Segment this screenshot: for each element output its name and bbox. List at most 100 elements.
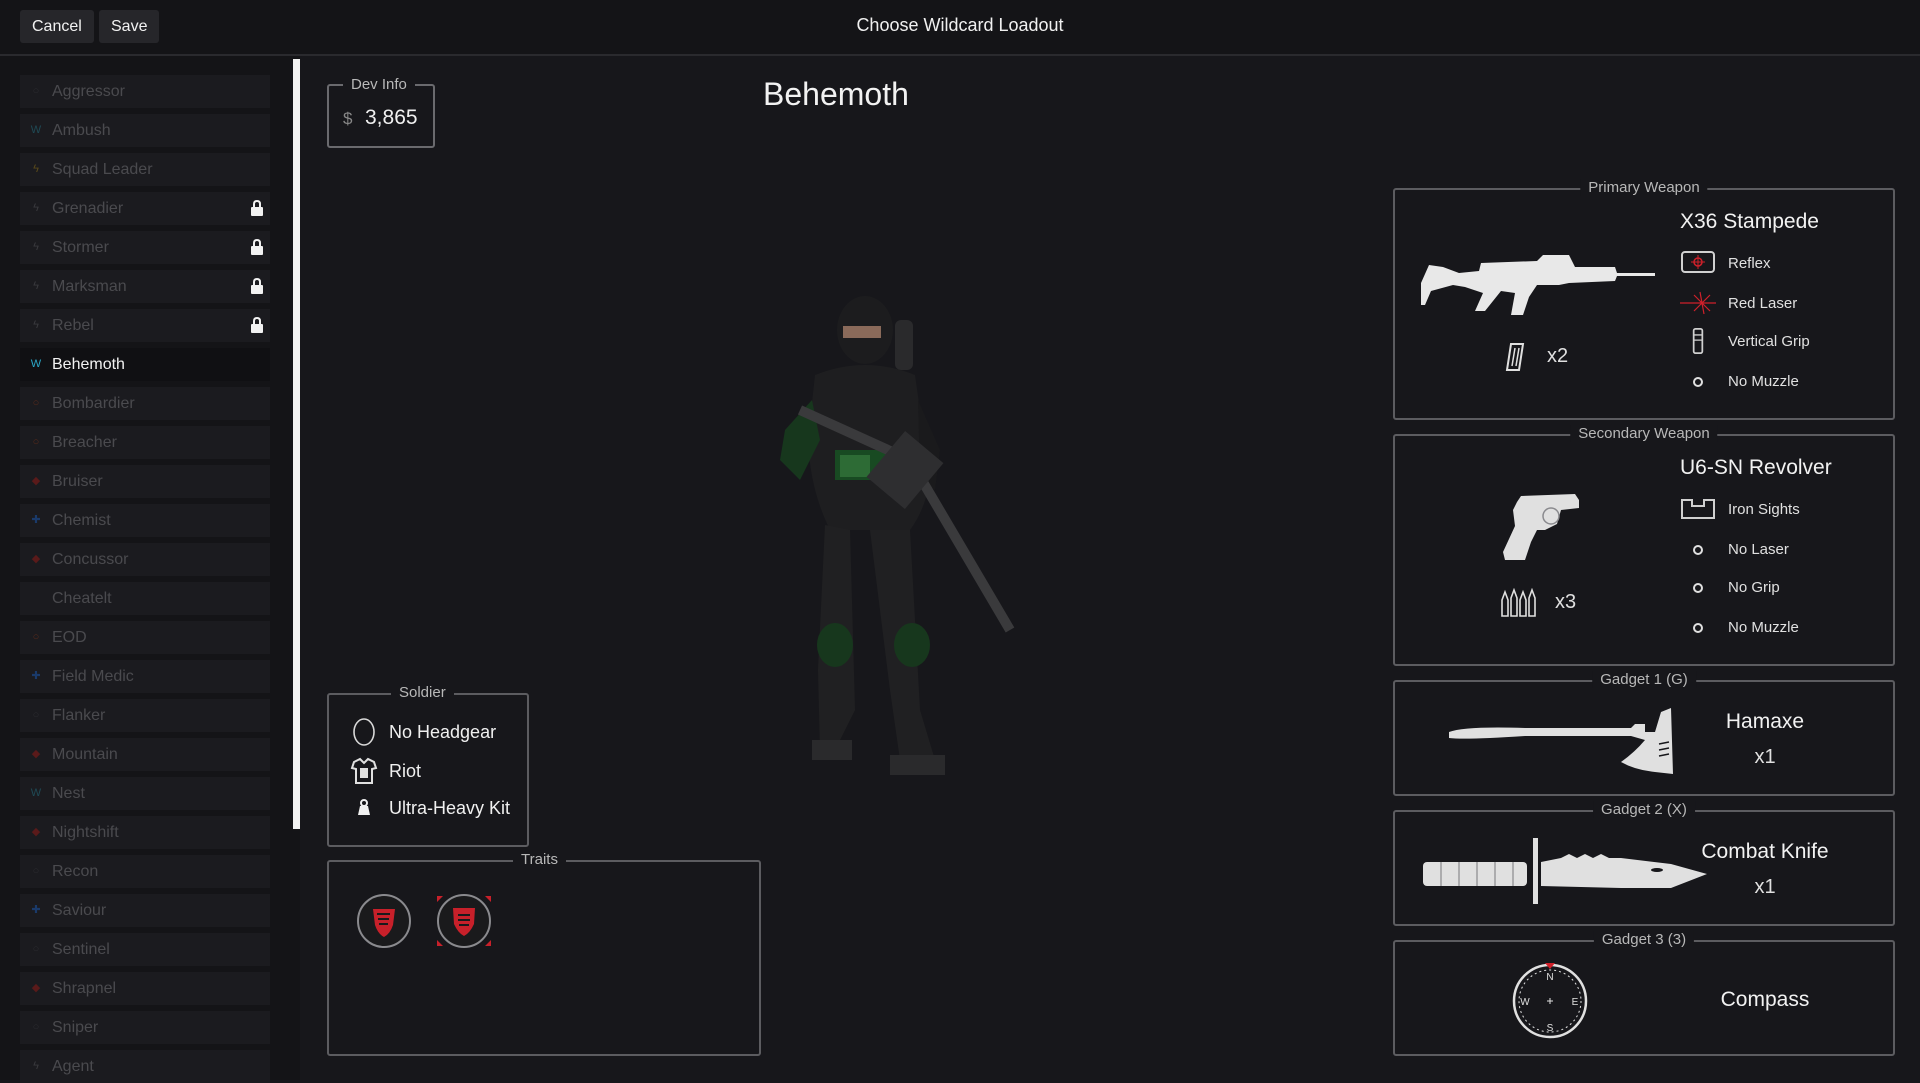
ring-icon: ○ bbox=[32, 631, 40, 643]
ring-icon: ○ bbox=[32, 436, 40, 448]
hamaxe-icon bbox=[1449, 708, 1673, 774]
sidebar-item-label: Agent bbox=[52, 1058, 94, 1075]
revolver-icon bbox=[1503, 494, 1579, 560]
traits-legend: Traits bbox=[513, 851, 566, 868]
sidebar-item-field-medic[interactable]: ✚ Field Medic bbox=[20, 660, 270, 693]
sidebar-item-label: Cheatelt bbox=[52, 590, 112, 607]
sidebar-item-marksman[interactable]: ϟ Marksman bbox=[20, 270, 270, 303]
bolt-icon: ϟ bbox=[33, 319, 39, 331]
sidebar-item-squad-leader[interactable]: ϟ Squad Leader bbox=[20, 153, 270, 186]
iron-sights-icon bbox=[1681, 499, 1715, 519]
top-bar: Cancel Save Choose Wildcard Loadout bbox=[0, 0, 1920, 56]
gadget-1-count: x1 bbox=[1754, 746, 1776, 768]
loadout-name: Behemoth bbox=[763, 76, 909, 112]
sidebar-item-behemoth[interactable]: W Behemoth bbox=[20, 348, 270, 381]
sidebar-item-recon[interactable]: ○ Recon bbox=[20, 855, 270, 888]
ring-icon: ○ bbox=[32, 865, 40, 877]
empty-slot-icon bbox=[1693, 545, 1703, 555]
ring-icon: ○ bbox=[32, 85, 40, 97]
sidebar-item-grenadier[interactable]: ϟ Grenadier bbox=[20, 192, 270, 225]
shield-icon: ◆ bbox=[31, 982, 41, 994]
gadget-2-panel[interactable]: Gadget 2 (X) Combat Knife x1 bbox=[1393, 801, 1895, 926]
sidebar-item-sniper[interactable]: ○ Sniper bbox=[20, 1011, 270, 1044]
bolt-icon: ϟ bbox=[33, 1060, 39, 1072]
headgear-label: No Headgear bbox=[389, 722, 497, 742]
svg-text:W: W bbox=[1520, 997, 1530, 1008]
trait-armored-shield-icon[interactable] bbox=[433, 890, 495, 952]
sidebar-item-label: Concussor bbox=[52, 551, 129, 568]
sidebar-item-bombardier[interactable]: ○ Bombardier bbox=[20, 387, 270, 420]
svg-text:N: N bbox=[1546, 972, 1553, 983]
sidebar-item-mountain[interactable]: ◆ Mountain bbox=[20, 738, 270, 771]
sidebar-item-aggressor[interactable]: ○ Aggressor bbox=[20, 75, 270, 108]
sidebar-item-stormer[interactable]: ϟ Stormer bbox=[20, 231, 270, 264]
magazine-icon bbox=[1505, 343, 1525, 371]
gadget-1-name: Hamaxe bbox=[1725, 710, 1805, 733]
shield-icon: ◆ bbox=[31, 748, 41, 760]
blank-icon bbox=[30, 592, 42, 604]
gadget-1-panel[interactable]: Gadget 1 (G) Hamaxe x1 bbox=[1393, 671, 1895, 796]
vertical-grip-icon bbox=[1692, 328, 1704, 354]
gadget-1-legend: Gadget 1 (G) bbox=[1592, 671, 1696, 688]
sidebar-item-breacher[interactable]: ○ Breacher bbox=[20, 426, 270, 459]
sidebar-item-cheatelt[interactable]: Cheatelt bbox=[20, 582, 270, 615]
cross-icon: ✚ bbox=[31, 514, 41, 526]
secondary-laser-label: No Laser bbox=[1728, 541, 1789, 558]
primary-mag-count: x2 bbox=[1547, 345, 1569, 367]
sidebar-item-label: Mountain bbox=[52, 746, 118, 763]
sidebar-item-chemist[interactable]: ✚ Chemist bbox=[20, 504, 270, 537]
sidebar-item-agent[interactable]: ϟ Agent bbox=[20, 1050, 270, 1083]
scrollbar[interactable] bbox=[293, 59, 300, 829]
sidebar-item-label: Rebel bbox=[52, 317, 94, 334]
primary-weapon-name: X36 Stampede bbox=[1680, 210, 1819, 233]
lock-icon bbox=[251, 199, 263, 216]
sidebar-item-sentinel[interactable]: ○ Sentinel bbox=[20, 933, 270, 966]
compass-icon: N S E W bbox=[1512, 963, 1588, 1039]
bolt-icon: ϟ bbox=[33, 280, 39, 292]
sidebar-item-saviour[interactable]: ✚ Saviour bbox=[20, 894, 270, 927]
primary-laser-label: Red Laser bbox=[1728, 295, 1798, 312]
sidebar-item-bruiser[interactable]: ◆ Bruiser bbox=[20, 465, 270, 498]
sidebar-item-rebel[interactable]: ϟ Rebel bbox=[20, 309, 270, 342]
empty-slot-icon bbox=[1693, 377, 1703, 387]
bolt-icon: ϟ bbox=[33, 163, 39, 175]
sidebar-item-nest[interactable]: W Nest bbox=[20, 777, 270, 810]
empty-slot-icon bbox=[1693, 623, 1703, 633]
sidebar-item-label: Sniper bbox=[52, 1019, 99, 1036]
sidebar-item-eod[interactable]: ○ EOD bbox=[20, 621, 270, 654]
primary-muzzle-label: No Muzzle bbox=[1728, 373, 1799, 390]
sidebar-item-label: Ambush bbox=[52, 122, 111, 139]
lock-icon bbox=[251, 277, 263, 294]
ammo-rounds-icon bbox=[1501, 588, 1536, 617]
bolt-icon: ϟ bbox=[33, 202, 39, 214]
page-title: Choose Wildcard Loadout bbox=[856, 15, 1064, 35]
assault-rifle-icon bbox=[1421, 255, 1655, 315]
red-laser-icon bbox=[1680, 291, 1716, 315]
reflex-sight-icon bbox=[1681, 251, 1715, 273]
soldier-panel: Soldier No Headgear Riot Ultra-Heavy Kit bbox=[327, 684, 529, 847]
sidebar-item-concussor[interactable]: ◆ Concussor bbox=[20, 543, 270, 576]
armor-label: Riot bbox=[389, 761, 422, 781]
sidebar-item-label: Squad Leader bbox=[52, 161, 153, 178]
dev-info-legend: Dev Info bbox=[343, 76, 415, 93]
gadget-3-panel[interactable]: Gadget 3 (3) N S E W Compass bbox=[1393, 931, 1895, 1056]
headgear-icon bbox=[353, 718, 375, 746]
sidebar-item-nightshift[interactable]: ◆ Nightshift bbox=[20, 816, 270, 849]
sidebar-item-label: Chemist bbox=[52, 512, 111, 529]
sidebar-item-flanker[interactable]: ○ Flanker bbox=[20, 699, 270, 732]
sidebar-item-shrapnel[interactable]: ◆ Shrapnel bbox=[20, 972, 270, 1005]
sidebar-item-label: Bruiser bbox=[52, 473, 103, 490]
shield-icon: ◆ bbox=[31, 553, 41, 565]
primary-weapon-panel[interactable]: Primary Weapon x2 X36 Stampede Reflex Re… bbox=[1393, 179, 1895, 420]
sidebar-item-ambush[interactable]: W Ambush bbox=[20, 114, 270, 147]
sidebar-item-label: Shrapnel bbox=[52, 980, 117, 997]
soldier-legend: Soldier bbox=[391, 684, 454, 701]
sidebar-item-label: Stormer bbox=[52, 239, 109, 256]
trait-wing-shield-icon[interactable] bbox=[355, 892, 413, 950]
secondary-weapon-panel[interactable]: Secondary Weapon x3 U6-SN Revolver Iron … bbox=[1393, 425, 1895, 666]
dev-info-value: 3,865 bbox=[365, 106, 418, 129]
sidebar-item-label: Sentinel bbox=[52, 941, 110, 958]
kit-label: Ultra-Heavy Kit bbox=[389, 798, 511, 818]
sidebar-item-label: Nightshift bbox=[52, 824, 119, 841]
secondary-weapon-legend: Secondary Weapon bbox=[1570, 425, 1718, 442]
